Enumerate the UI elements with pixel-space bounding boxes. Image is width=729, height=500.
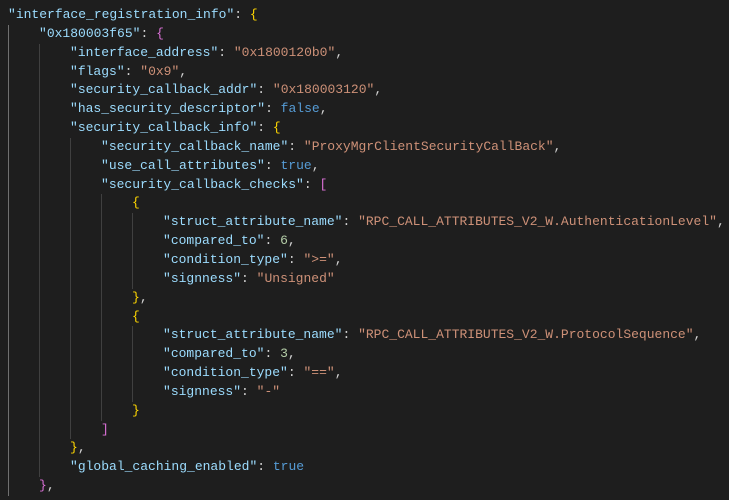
code-line: { bbox=[8, 194, 729, 213]
code-line: ] bbox=[8, 421, 729, 440]
code-line: "compared_to": 6, bbox=[8, 232, 729, 251]
code-line: }, bbox=[8, 289, 729, 308]
code-line: } bbox=[8, 402, 729, 421]
code-line: "security_callback_name": "ProxyMgrClien… bbox=[8, 138, 729, 157]
code-line: "condition_type": "==", bbox=[8, 364, 729, 383]
code-line: { bbox=[8, 308, 729, 327]
code-line: "use_call_attributes": true, bbox=[8, 157, 729, 176]
code-editor[interactable]: "interface_registration_info": { "0x1800… bbox=[8, 6, 729, 496]
code-line: "global_caching_enabled": true bbox=[8, 458, 729, 477]
code-line: "compared_to": 3, bbox=[8, 345, 729, 364]
code-line: "security_callback_info": { bbox=[8, 119, 729, 138]
code-line: "flags": "0x9", bbox=[8, 63, 729, 82]
code-line: "signness": "Unsigned" bbox=[8, 270, 729, 289]
code-line: "signness": "-" bbox=[8, 383, 729, 402]
code-line: "struct_attribute_name": "RPC_CALL_ATTRI… bbox=[8, 213, 729, 232]
code-line: "security_callback_checks": [ bbox=[8, 176, 729, 195]
code-line: }, bbox=[8, 439, 729, 458]
code-line: "has_security_descriptor": false, bbox=[8, 100, 729, 119]
code-line: "struct_attribute_name": "RPC_CALL_ATTRI… bbox=[8, 326, 729, 345]
code-line: }, bbox=[8, 477, 729, 496]
code-line: "0x180003f65": { bbox=[8, 25, 729, 44]
code-line: "interface_address": "0x1800120b0", bbox=[8, 44, 729, 63]
code-line: "interface_registration_info": { bbox=[8, 6, 729, 25]
code-line: "security_callback_addr": "0x180003120", bbox=[8, 81, 729, 100]
code-line: "condition_type": ">=", bbox=[8, 251, 729, 270]
